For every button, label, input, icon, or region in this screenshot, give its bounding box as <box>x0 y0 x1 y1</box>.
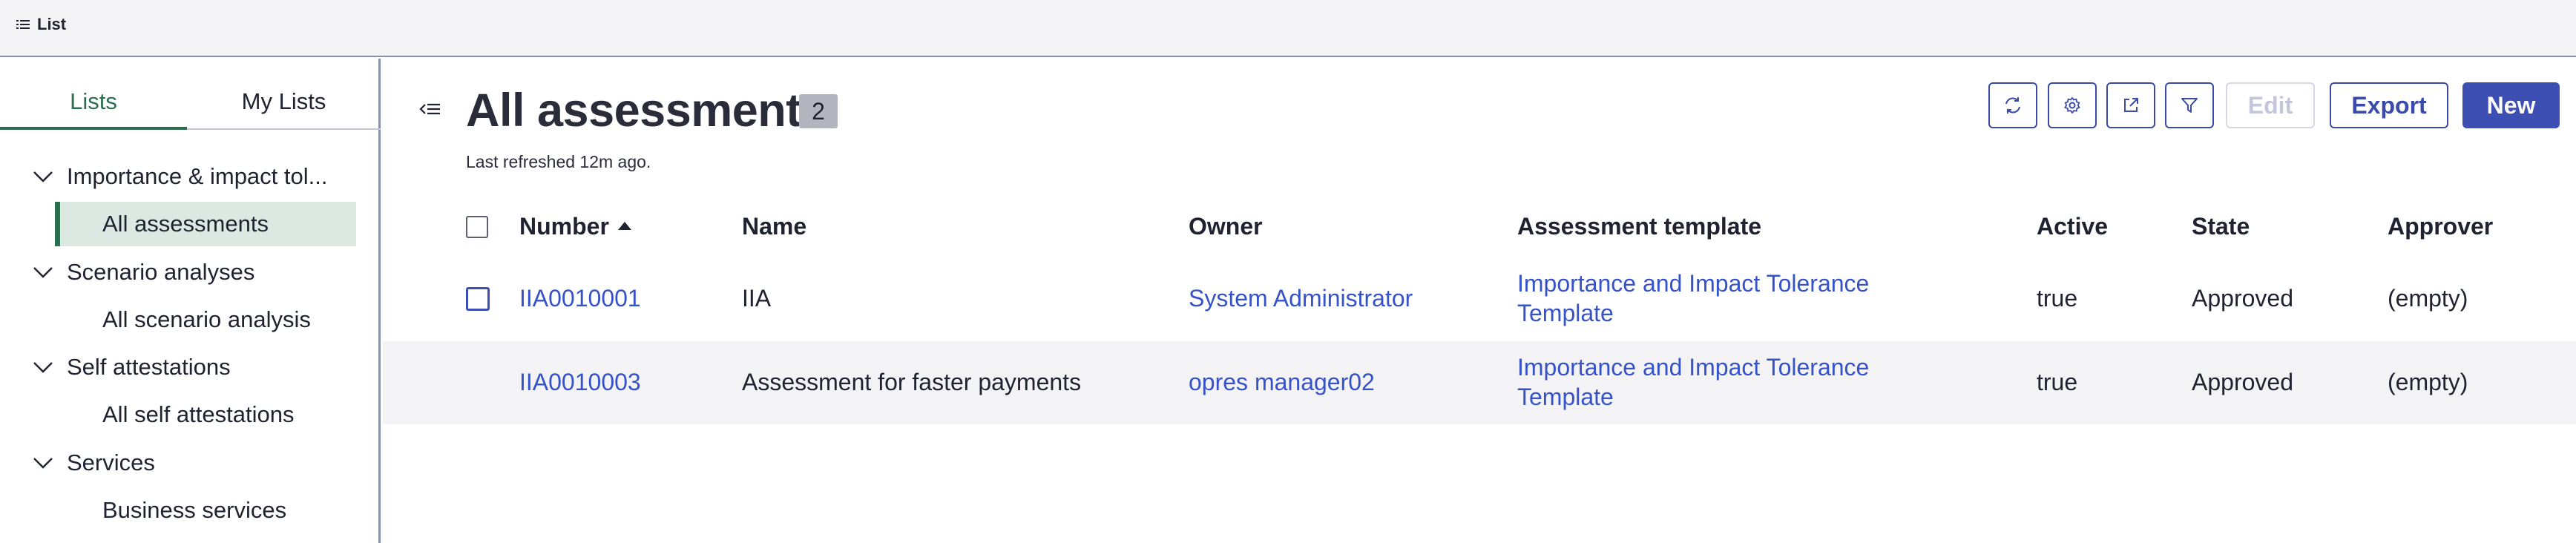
template-link[interactable]: Importance and Impact Tolerance Template <box>1517 269 1933 328</box>
new-button[interactable]: New <box>2462 82 2560 128</box>
chevron-down-icon <box>33 458 53 469</box>
list-icon <box>16 20 30 29</box>
active-value: true <box>2037 369 2078 395</box>
state-value: Approved <box>2192 285 2293 312</box>
settings-button[interactable] <box>2048 82 2097 128</box>
column-header-label: Number <box>519 213 609 240</box>
column-header-number[interactable]: Number <box>519 213 631 240</box>
select-all-checkbox[interactable] <box>466 216 488 238</box>
tab-lists-label: Lists <box>70 88 117 114</box>
tree-group-self-attestations[interactable]: Self attestations <box>0 346 381 388</box>
column-header-approver[interactable]: Approver <box>2388 213 2493 240</box>
gear-icon <box>2064 96 2080 114</box>
approver-value: (empty) <box>2388 285 2468 312</box>
state-value: Approved <box>2192 369 2293 395</box>
record-number-link[interactable]: IIA0010003 <box>519 369 641 396</box>
list-menu-label: List <box>37 15 67 33</box>
tab-lists[interactable]: Lists <box>0 88 187 130</box>
sort-ascending-icon <box>617 222 631 231</box>
tree-group-scenario[interactable]: Scenario analyses <box>0 251 381 293</box>
tree-group-label: Services <box>67 450 155 475</box>
tab-my-lists[interactable]: My Lists <box>187 88 381 130</box>
column-header-name[interactable]: Name <box>742 213 806 240</box>
sidebar: Lists My Lists Importance & impact tol..… <box>0 59 381 543</box>
column-header-assessment-template[interactable]: Assessment template <box>1517 213 1761 240</box>
share-button[interactable] <box>2106 82 2155 128</box>
main-content: All assessments 2 Last refreshed 12m ago… <box>383 59 2576 543</box>
filter-icon <box>2181 98 2198 113</box>
record-name: IIA <box>742 285 772 312</box>
share-icon <box>2124 98 2138 112</box>
page-title: All assessments <box>466 85 827 136</box>
column-header-active[interactable]: Active <box>2037 213 2108 240</box>
chevron-down-icon <box>33 171 53 182</box>
tree-group-services[interactable]: Services <box>0 442 381 484</box>
tree-group-label: Importance & impact tol... <box>67 163 328 189</box>
record-number-link[interactable]: IIA0010001 <box>519 285 641 312</box>
tree-item-label: Business services <box>102 497 287 523</box>
owner-link[interactable]: System Administrator <box>1189 285 1413 312</box>
tab-active-indicator <box>0 127 187 130</box>
tree-item-all-scenario[interactable]: All scenario analysis <box>0 299 381 340</box>
filter-button[interactable] <box>2165 82 2214 128</box>
tree-group-label: Scenario analyses <box>67 259 255 285</box>
tree-item-all-self-attestations[interactable]: All self attestations <box>0 394 381 435</box>
new-button-label: New <box>2486 91 2536 119</box>
top-bar: List <box>0 0 2576 57</box>
export-button[interactable]: Export <box>2330 82 2448 128</box>
tree-item-label: All scenario analysis <box>102 306 311 332</box>
chevron-down-icon <box>33 362 53 373</box>
template-link[interactable]: Importance and Impact Tolerance Template <box>1517 352 1933 412</box>
list-menu[interactable]: List <box>16 15 66 34</box>
tab-my-lists-label: My Lists <box>241 88 326 114</box>
tree-item-label: All self attestations <box>102 401 295 427</box>
column-header-state[interactable]: State <box>2192 213 2250 240</box>
row-checkbox[interactable] <box>466 287 490 311</box>
refresh-icon <box>2005 97 2020 113</box>
edit-button-label: Edit <box>2247 91 2293 119</box>
owner-link[interactable]: opres manager02 <box>1189 369 1375 396</box>
edit-button[interactable]: Edit <box>2226 82 2315 128</box>
tree-item-business-services[interactable]: Business services <box>0 490 381 531</box>
active-value: true <box>2037 285 2078 312</box>
tree-group-importance[interactable]: Importance & impact tol... <box>0 156 381 197</box>
approver-value: (empty) <box>2388 369 2468 395</box>
tree-group-label: Self attestations <box>67 354 231 380</box>
chevron-down-icon <box>33 267 53 278</box>
refresh-button[interactable] <box>1988 82 2037 128</box>
last-refreshed-text: Last refreshed 12m ago. <box>466 152 651 171</box>
tree-item-all-assessments[interactable]: All assessments <box>0 203 381 245</box>
column-header-owner[interactable]: Owner <box>1189 213 1263 240</box>
record-name: Assessment for faster payments <box>742 369 1082 395</box>
export-button-label: Export <box>2351 91 2427 119</box>
record-count-badge: 2 <box>799 94 838 128</box>
collapse-sidebar-icon[interactable] <box>419 101 441 117</box>
tree-item-label: All assessments <box>102 211 269 237</box>
